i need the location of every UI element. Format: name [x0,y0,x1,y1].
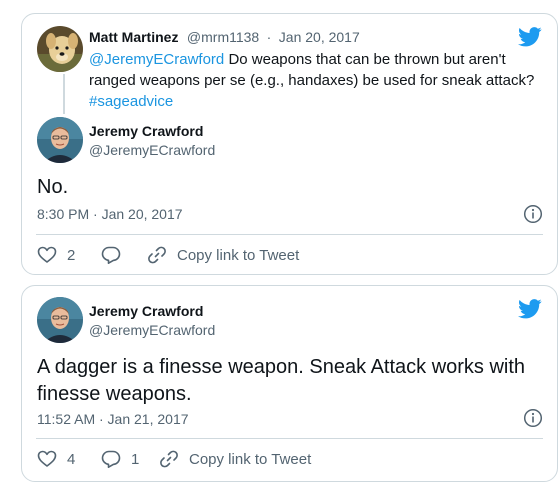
like-button[interactable]: 4 [37,449,75,469]
info-icon[interactable] [523,204,543,229]
tweet-text-line1: No. [37,176,69,198]
author-handle[interactable]: @JeremyECrawford [89,322,215,338]
tweet-card[interactable]: Matt Martinez @mrm1138 · Jan 20, 2017 @J… [21,13,558,275]
reply-text-line1: @JeremyECrawford Do weapons that can be … [89,49,506,70]
author-name[interactable]: Jeremy Crawford [89,303,203,319]
copy-link-label: Copy link to Tweet [189,450,312,468]
reply-button[interactable]: 1 [101,449,139,469]
heart-icon [37,450,57,467]
link-icon [148,246,166,264]
author-handle[interactable]: @JeremyECrawford [89,142,215,158]
reply-count: 1 [131,450,140,468]
reply-author-name[interactable]: Matt Martinez [89,29,178,45]
copy-link-button[interactable]: Copy link to Tweet [147,245,299,265]
hashtag-link[interactable]: #sageadvice [89,93,173,110]
tweet-timestamp[interactable]: 11:52 AM · Jan 21, 2017 [37,411,189,427]
info-icon[interactable] [523,408,543,433]
avatar-jeremy-crawford[interactable] [37,117,83,163]
thread-connector [63,74,65,114]
like-button[interactable]: 2 [37,245,75,265]
reply-header: Matt Martinez @mrm1138 · Jan 20, 2017 [89,29,360,47]
author-name[interactable]: Jeremy Crawford [89,123,203,139]
tweet-card[interactable]: Jeremy Crawford @JeremyECrawford A dagge… [21,285,558,482]
reply-text-line1-rest: Do weapons that can be thrown but aren't [228,51,506,68]
tweet-text-line2: finesse weapons. [37,383,192,405]
link-icon [160,450,178,468]
like-count: 2 [67,246,76,264]
twitter-bird-icon[interactable] [518,299,542,319]
divider [36,438,543,439]
reply-button[interactable] [101,245,131,265]
like-count: 4 [67,450,76,468]
copy-link-label: Copy link to Tweet [177,246,300,264]
reply-text-line2: ranged weapons per se (e.g., handaxes) b… [89,72,535,89]
reply-icon [101,246,121,264]
copy-link-button[interactable]: Copy link to Tweet [159,449,311,469]
heart-icon [37,246,57,263]
twitter-bird-icon[interactable] [518,27,542,47]
avatar-jeremy-crawford[interactable] [37,297,83,343]
reply-icon [101,450,121,468]
reply-separator: · [266,29,272,45]
mention-link[interactable]: @JeremyECrawford [89,51,224,68]
divider [36,234,543,235]
reply-date[interactable]: Jan 20, 2017 [279,29,360,45]
tweet-text-line1: A dagger is a finesse weapon. Sneak Atta… [37,356,526,378]
tweet-timestamp[interactable]: 8:30 PM · Jan 20, 2017 [37,206,183,222]
avatar-matt-martinez[interactable] [37,26,83,72]
reply-author-handle[interactable]: @mrm1138 [187,29,259,45]
reply-hashtag-line: #sageadvice [89,91,173,112]
